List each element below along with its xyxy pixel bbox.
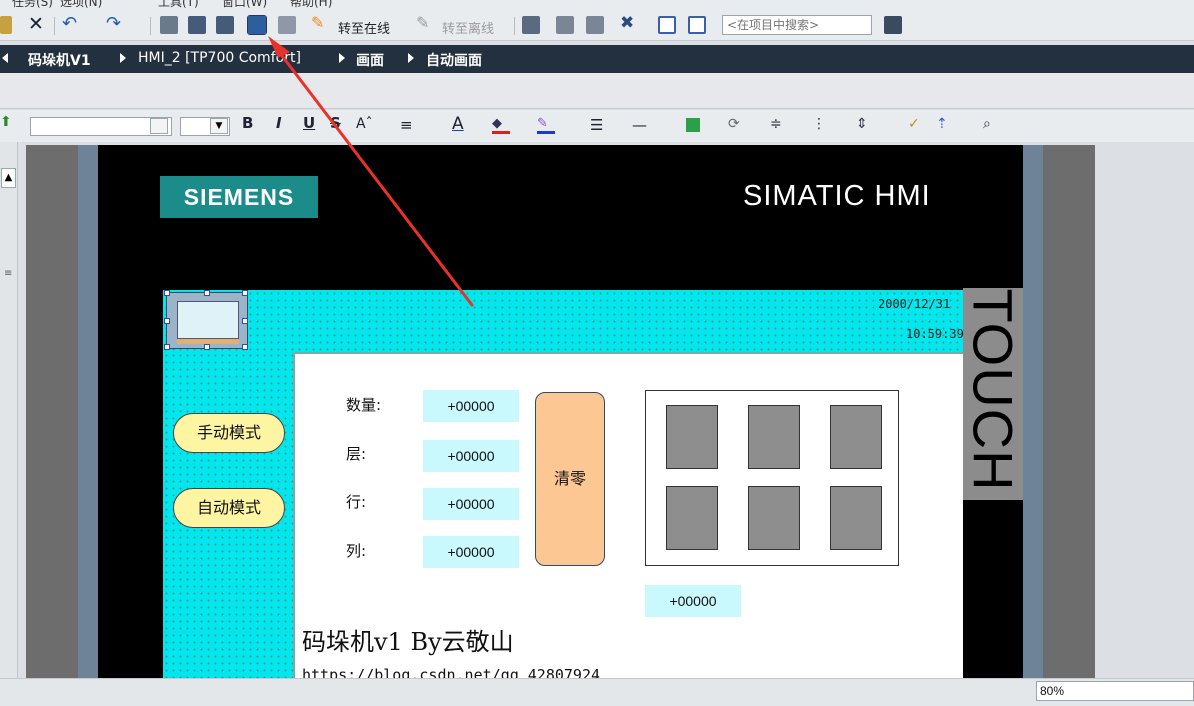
align-icon[interactable]: ≡	[400, 116, 420, 134]
split-horizontal-icon[interactable]	[556, 16, 574, 34]
pallet-grid	[645, 390, 899, 566]
compile-icon[interactable]	[160, 16, 178, 34]
menu-bar: 任务(S) 选项(N) 工具(T) 窗口(W) 帮助(H)	[0, 0, 1194, 8]
line-style-icon[interactable]: —	[632, 116, 650, 134]
expand-icon[interactable]: ⬆	[0, 114, 12, 130]
italic-button[interactable]: I	[276, 114, 282, 132]
pallet-cell	[830, 405, 882, 469]
column-label: 列:	[346, 542, 367, 560]
breadcrumb-item-project[interactable]: 码垛机V1	[28, 50, 91, 70]
layer-io-field[interactable]: +00000	[423, 440, 519, 472]
upload-icon[interactable]	[216, 16, 234, 34]
undo-icon[interactable]: ↶	[62, 13, 80, 34]
simatic-hmi-title: SIMATIC HMI	[743, 180, 931, 212]
row-label: 行:	[346, 493, 367, 511]
align-center-icon[interactable]: ≑	[770, 116, 788, 134]
date-display: 2000/12/31	[878, 297, 951, 311]
quantity-label: 数量:	[346, 396, 382, 414]
chevron-right-icon	[120, 53, 126, 63]
chevron-right-icon	[408, 53, 414, 63]
pallet-cell	[666, 486, 718, 550]
font-size-up-icon[interactable]: Aˆ	[356, 116, 382, 134]
go-online-icon[interactable]: ✎	[311, 13, 329, 32]
horizontal-layout-icon[interactable]	[658, 16, 676, 34]
menu-item[interactable]: 任务(S)	[12, 0, 53, 8]
spacing-icon[interactable]: ⇕	[856, 116, 874, 134]
breadcrumb-item-auto-screen[interactable]: 自动画面	[426, 50, 482, 70]
touch-text: TOUCH	[961, 288, 1025, 492]
layer-label: 层:	[346, 445, 367, 463]
manual-mode-button[interactable]: 手动模式	[173, 413, 285, 453]
rotate-icon[interactable]: ⟳	[728, 116, 746, 134]
extra-io-field[interactable]: +00000	[645, 585, 741, 617]
start-simulation-icon[interactable]	[247, 15, 267, 35]
strikethrough-button[interactable]: S	[330, 114, 341, 132]
accessible-devices-icon[interactable]	[522, 16, 540, 34]
breadcrumb-item-device[interactable]: HMI_2 [TP700 Comfort]	[138, 50, 301, 66]
quantity-io-field[interactable]: +00000	[423, 390, 519, 422]
line-width-icon[interactable]: ☰	[590, 116, 608, 134]
main-toolbar: ✕ ↶ ↷ ✎ 转至在线 ✎ 转至离线 ✖	[0, 8, 1194, 41]
underline-button[interactable]: U	[303, 114, 315, 132]
chevron-down-icon[interactable]: ▼	[210, 118, 228, 134]
author-url-text: https://blog.csdn.net/qq_42807924	[302, 666, 601, 678]
scroll-grip-icon[interactable]: ≡	[4, 268, 12, 279]
vertical-layout-icon[interactable]	[688, 16, 706, 34]
selected-screen-template[interactable]	[164, 290, 248, 350]
tools-icon[interactable]: ✖	[620, 13, 638, 33]
delete-icon[interactable]: ✕	[28, 15, 46, 34]
clear-button[interactable]: 清零	[535, 392, 605, 566]
pallet-cell	[830, 486, 882, 550]
menu-item[interactable]: 选项(N)	[60, 0, 102, 8]
pallet-cell	[748, 486, 800, 550]
project-search-input[interactable]	[722, 15, 872, 35]
time-display: 10:59:39	[906, 327, 964, 341]
status-bar	[0, 678, 1194, 706]
start-runtime-icon[interactable]	[278, 16, 296, 34]
pallet-cell	[748, 405, 800, 469]
menu-item[interactable]: 帮助(H)	[290, 0, 332, 8]
siemens-logo: SIEMENS	[160, 176, 318, 218]
download-icon[interactable]	[188, 16, 206, 34]
column-io-field[interactable]: +00000	[423, 536, 519, 568]
device-frame-right	[1023, 145, 1043, 678]
menu-item[interactable]: 工具(T)	[158, 0, 199, 8]
go-online-label[interactable]: 转至在线	[338, 18, 390, 37]
go-offline-icon: ✎	[416, 13, 430, 32]
header-panel	[163, 290, 963, 352]
left-collapse-strip[interactable]: ▲ ≡	[0, 142, 18, 706]
chevron-right-icon	[339, 53, 345, 63]
screen-title-text: 码垛机v1 By云敬山	[302, 628, 514, 656]
touch-side-panel: TOUCH	[961, 288, 1025, 678]
go-offline-label: 转至离线	[442, 22, 495, 37]
collapse-left-icon[interactable]	[2, 53, 8, 63]
font-dropdown-icon[interactable]	[150, 118, 168, 134]
search-options-icon[interactable]	[884, 16, 902, 34]
paste-icon[interactable]	[0, 16, 12, 34]
line-color-icon[interactable]: ✎	[537, 116, 555, 134]
layer-icon[interactable]: ⇡	[936, 116, 954, 134]
editor-tab-band	[0, 73, 1194, 109]
menu-item[interactable]: 窗口(W)	[222, 0, 267, 8]
fill-pattern-icon[interactable]	[686, 118, 700, 132]
pallet-cell	[666, 405, 718, 469]
zoom-area-icon[interactable]: ⌕	[983, 116, 1001, 134]
font-color-icon[interactable]: A	[452, 114, 470, 134]
auto-mode-button[interactable]: 自动模式	[173, 488, 285, 528]
bold-button[interactable]: B	[242, 114, 253, 132]
zoom-level-field[interactable]: 80%	[1036, 681, 1194, 701]
distribute-icon[interactable]: ⋮	[812, 116, 830, 134]
breadcrumb-item-screens[interactable]: 画面	[356, 50, 384, 70]
device-frame-left	[78, 145, 98, 678]
breadcrumb: 码垛机V1 HMI_2 [TP700 Comfort] 画面 自动画面	[0, 45, 1194, 73]
format-painter-icon[interactable]: ✓	[908, 116, 926, 134]
fill-color-icon[interactable]: ◆	[492, 116, 510, 134]
chevron-up-icon[interactable]: ▲	[1, 168, 16, 188]
redo-icon[interactable]: ↷	[106, 13, 124, 34]
row-io-field[interactable]: +00000	[423, 488, 519, 520]
split-vertical-icon[interactable]	[586, 16, 604, 34]
